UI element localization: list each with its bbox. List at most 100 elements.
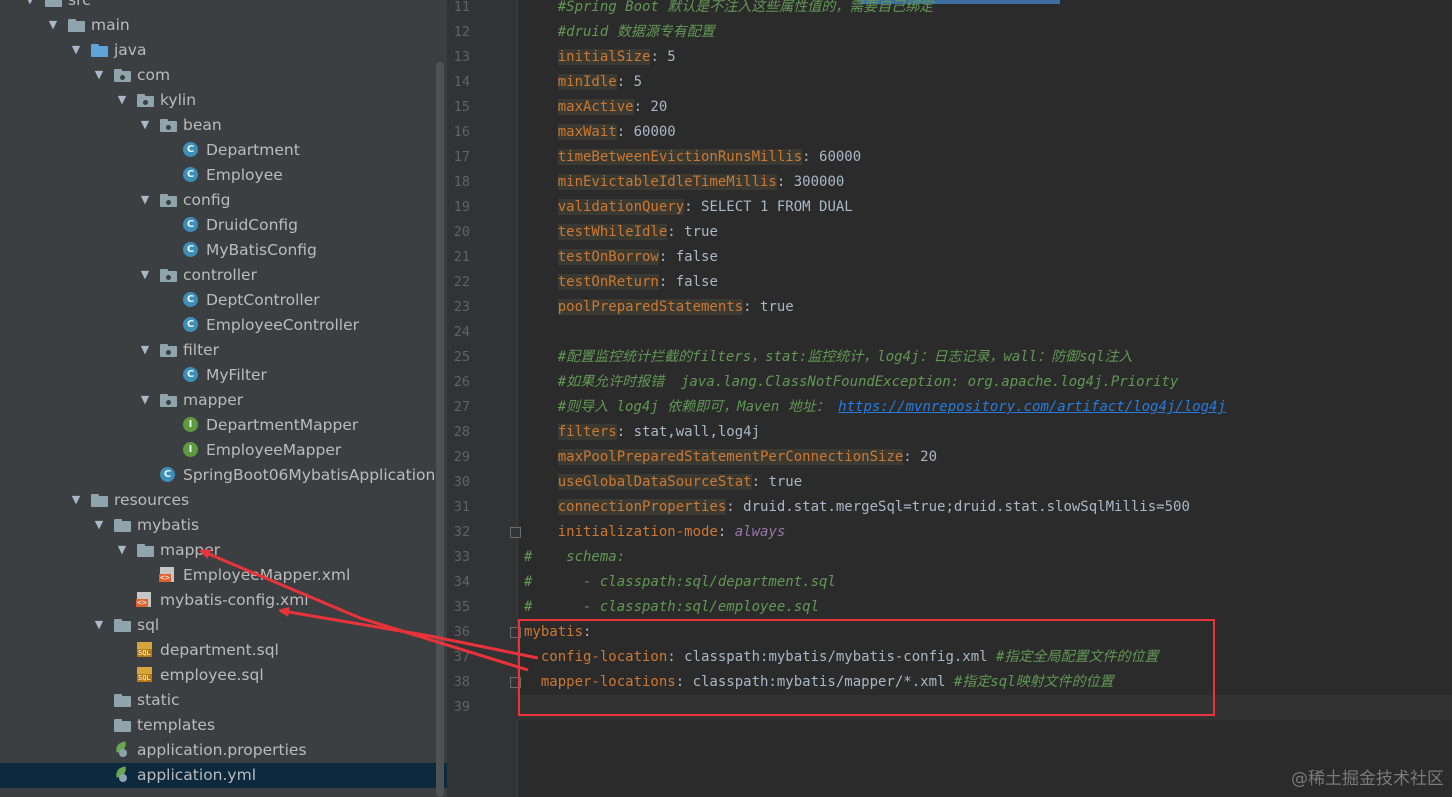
tree-node-label: bean xyxy=(183,116,222,134)
expand-arrow-icon[interactable]: ▼ xyxy=(138,393,152,407)
expand-arrow-icon[interactable]: ▼ xyxy=(115,93,129,107)
tree-node[interactable]: application.properties xyxy=(0,738,436,763)
tree-node[interactable]: ▼ bean xyxy=(0,113,436,138)
expand-arrow-icon[interactable]: ▼ xyxy=(23,0,37,7)
tree-node[interactable]: SQL department.sql xyxy=(0,638,436,663)
expand-arrow-icon[interactable]: ▼ xyxy=(138,118,152,132)
code-line[interactable]: initialization-mode: always xyxy=(524,520,786,545)
code-text: : false xyxy=(658,274,718,290)
tree-node[interactable]: ▼ com xyxy=(0,63,436,88)
tree-node[interactable]: ▼ src xyxy=(0,0,436,13)
line-number: 18 xyxy=(453,174,470,190)
tree-node[interactable]: <> EmployeeMapper.xml xyxy=(0,563,436,588)
tree-node[interactable]: C MyBatisConfig xyxy=(0,238,436,263)
code-line[interactable]: #配置监控统计拦截的filters，stat:监控统计，log4j：日志记录，w… xyxy=(524,345,1133,370)
code-line[interactable]: validationQuery: SELECT 1 FROM DUAL xyxy=(524,195,853,220)
expand-arrow-icon[interactable]: ▼ xyxy=(138,268,152,282)
code-line[interactable]: testOnBorrow: false xyxy=(524,245,718,270)
code-line[interactable]: filters: stat,wall,log4j xyxy=(524,420,760,445)
tree-node-label: mybatis-config.xml xyxy=(160,591,309,609)
line-number: 29 xyxy=(453,449,470,465)
expand-arrow-icon[interactable]: ▼ xyxy=(92,618,106,632)
tree-node[interactable]: I DepartmentMapper xyxy=(0,413,436,438)
yaml-comment: # schema: xyxy=(524,549,626,565)
code-line[interactable]: testOnReturn: false xyxy=(524,270,718,295)
expand-arrow-icon[interactable]: ▼ xyxy=(115,543,129,557)
expand-arrow-icon[interactable]: ▼ xyxy=(69,43,83,57)
code-line[interactable]: #如果允许时报错 java.lang.ClassNotFoundExceptio… xyxy=(524,370,1179,395)
code-line[interactable]: # - classpath:sql/department.sql xyxy=(524,570,836,595)
tree-node-label: EmployeeMapper xyxy=(206,441,342,459)
code-line[interactable]: # - classpath:sql/employee.sql xyxy=(524,595,819,620)
tree-node[interactable]: C DruidConfig xyxy=(0,213,436,238)
expand-arrow-icon[interactable]: ▼ xyxy=(138,193,152,207)
code-line[interactable]: maxWait: 60000 xyxy=(524,120,676,145)
xml-file-icon: <> xyxy=(159,567,177,583)
tree-node[interactable]: templates xyxy=(0,713,436,738)
tree-node[interactable]: ▼ config xyxy=(0,188,436,213)
yaml-comment: #druid 数据源专有配置 xyxy=(524,24,715,40)
yaml-comment: #如果允许时报错 java.lang.ClassNotFoundExceptio… xyxy=(524,374,1179,390)
class-icon: C xyxy=(183,317,200,333)
yaml-key: minIdle xyxy=(557,74,617,90)
code-line[interactable]: initialSize: 5 xyxy=(524,45,676,70)
tree-node[interactable]: ▼ kylin xyxy=(0,88,436,113)
code-line[interactable]: useGlobalDataSourceStat: true xyxy=(524,470,802,495)
tree-node[interactable]: ▼ mapper xyxy=(0,538,436,563)
line-number: 23 xyxy=(453,299,470,315)
tree-node[interactable]: C Department xyxy=(0,138,436,163)
tree-node[interactable]: <> mybatis-config.xml xyxy=(0,588,436,613)
code-line[interactable]: maxActive: 20 xyxy=(524,95,667,120)
expand-arrow-icon[interactable]: ▼ xyxy=(138,343,152,357)
url-link[interactable]: https://mvnrepository.com/artifact/log4j… xyxy=(838,399,1226,415)
resources-folder-icon xyxy=(91,492,108,508)
code-line[interactable]: #druid 数据源专有配置 xyxy=(524,20,715,45)
tree-node-label: application.yml xyxy=(137,766,257,784)
tree-node[interactable]: C SpringBoot06MybatisApplication xyxy=(0,463,436,488)
tree-node[interactable]: ▼ mybatis xyxy=(0,513,436,538)
expand-arrow-icon[interactable]: ▼ xyxy=(92,518,106,532)
tree-node[interactable]: ▼ sql xyxy=(0,613,436,638)
tree-node[interactable]: C EmployeeController xyxy=(0,313,436,338)
fold-marker-icon[interactable] xyxy=(510,527,521,538)
code-line[interactable]: connectionProperties: druid.stat.mergeSq… xyxy=(524,495,1190,520)
code-line[interactable]: poolPreparedStatements: true xyxy=(524,295,794,320)
tree-node[interactable]: ▼ controller xyxy=(0,263,436,288)
project-tree: ▼ src ▼ main ▼ java ▼ com ▼ kylin ▼ bean C Department… xyxy=(0,0,447,797)
line-number: 17 xyxy=(453,149,470,165)
code-text: : true xyxy=(743,299,794,315)
tree-node[interactable]: ▼ filter xyxy=(0,338,436,363)
package-icon xyxy=(160,392,177,408)
code-text: : 60000 xyxy=(616,124,676,140)
code-line[interactable]: timeBetweenEvictionRunsMillis: 60000 xyxy=(524,145,861,170)
tree-node[interactable]: SQL employee.sql xyxy=(0,663,436,688)
code-line[interactable]: testWhileIdle: true xyxy=(524,220,718,245)
tree-node-label: resources xyxy=(114,491,190,509)
tree-node[interactable]: ▼ java xyxy=(0,38,436,63)
code-line[interactable]: maxPoolPreparedStatementPerConnectionSiz… xyxy=(524,445,937,470)
code-line[interactable]: minEvictableIdleTimeMillis: 300000 xyxy=(524,170,844,195)
xml-file-icon: <> xyxy=(136,592,154,608)
tree-node[interactable]: C Employee xyxy=(0,163,436,188)
tree-node[interactable]: ▼ main xyxy=(0,13,436,38)
tree-node[interactable]: C MyFilter xyxy=(0,363,436,388)
interface-icon: I xyxy=(183,417,200,433)
tree-node[interactable]: C DeptController xyxy=(0,288,436,313)
tree-node[interactable]: application.yml xyxy=(0,763,447,788)
code-line[interactable]: #则导入 log4j 依赖即可，Maven 地址： https://mvnrep… xyxy=(524,395,1226,420)
tree-node[interactable]: static xyxy=(0,688,436,713)
tree-node[interactable]: I EmployeeMapper xyxy=(0,438,436,463)
code-line[interactable]: #Spring Boot 默认是不注入这些属性值的，需要自己绑定 xyxy=(524,0,934,20)
expand-arrow-icon[interactable]: ▼ xyxy=(92,68,106,82)
code-line[interactable]: # schema: xyxy=(524,545,625,570)
expand-arrow-icon[interactable]: ▼ xyxy=(46,18,60,32)
code-line[interactable]: minIdle: 5 xyxy=(524,70,642,95)
tree-scrollbar[interactable] xyxy=(436,62,444,797)
tree-node[interactable]: ▼ mapper xyxy=(0,388,436,413)
tree-node-label: config xyxy=(183,191,231,209)
package-icon xyxy=(160,267,177,283)
tree-node-label: Department xyxy=(206,141,300,159)
tree-node[interactable]: ▼ resources xyxy=(0,488,436,513)
expand-arrow-icon[interactable]: ▼ xyxy=(69,493,83,507)
code-text: : 20 xyxy=(903,449,938,465)
